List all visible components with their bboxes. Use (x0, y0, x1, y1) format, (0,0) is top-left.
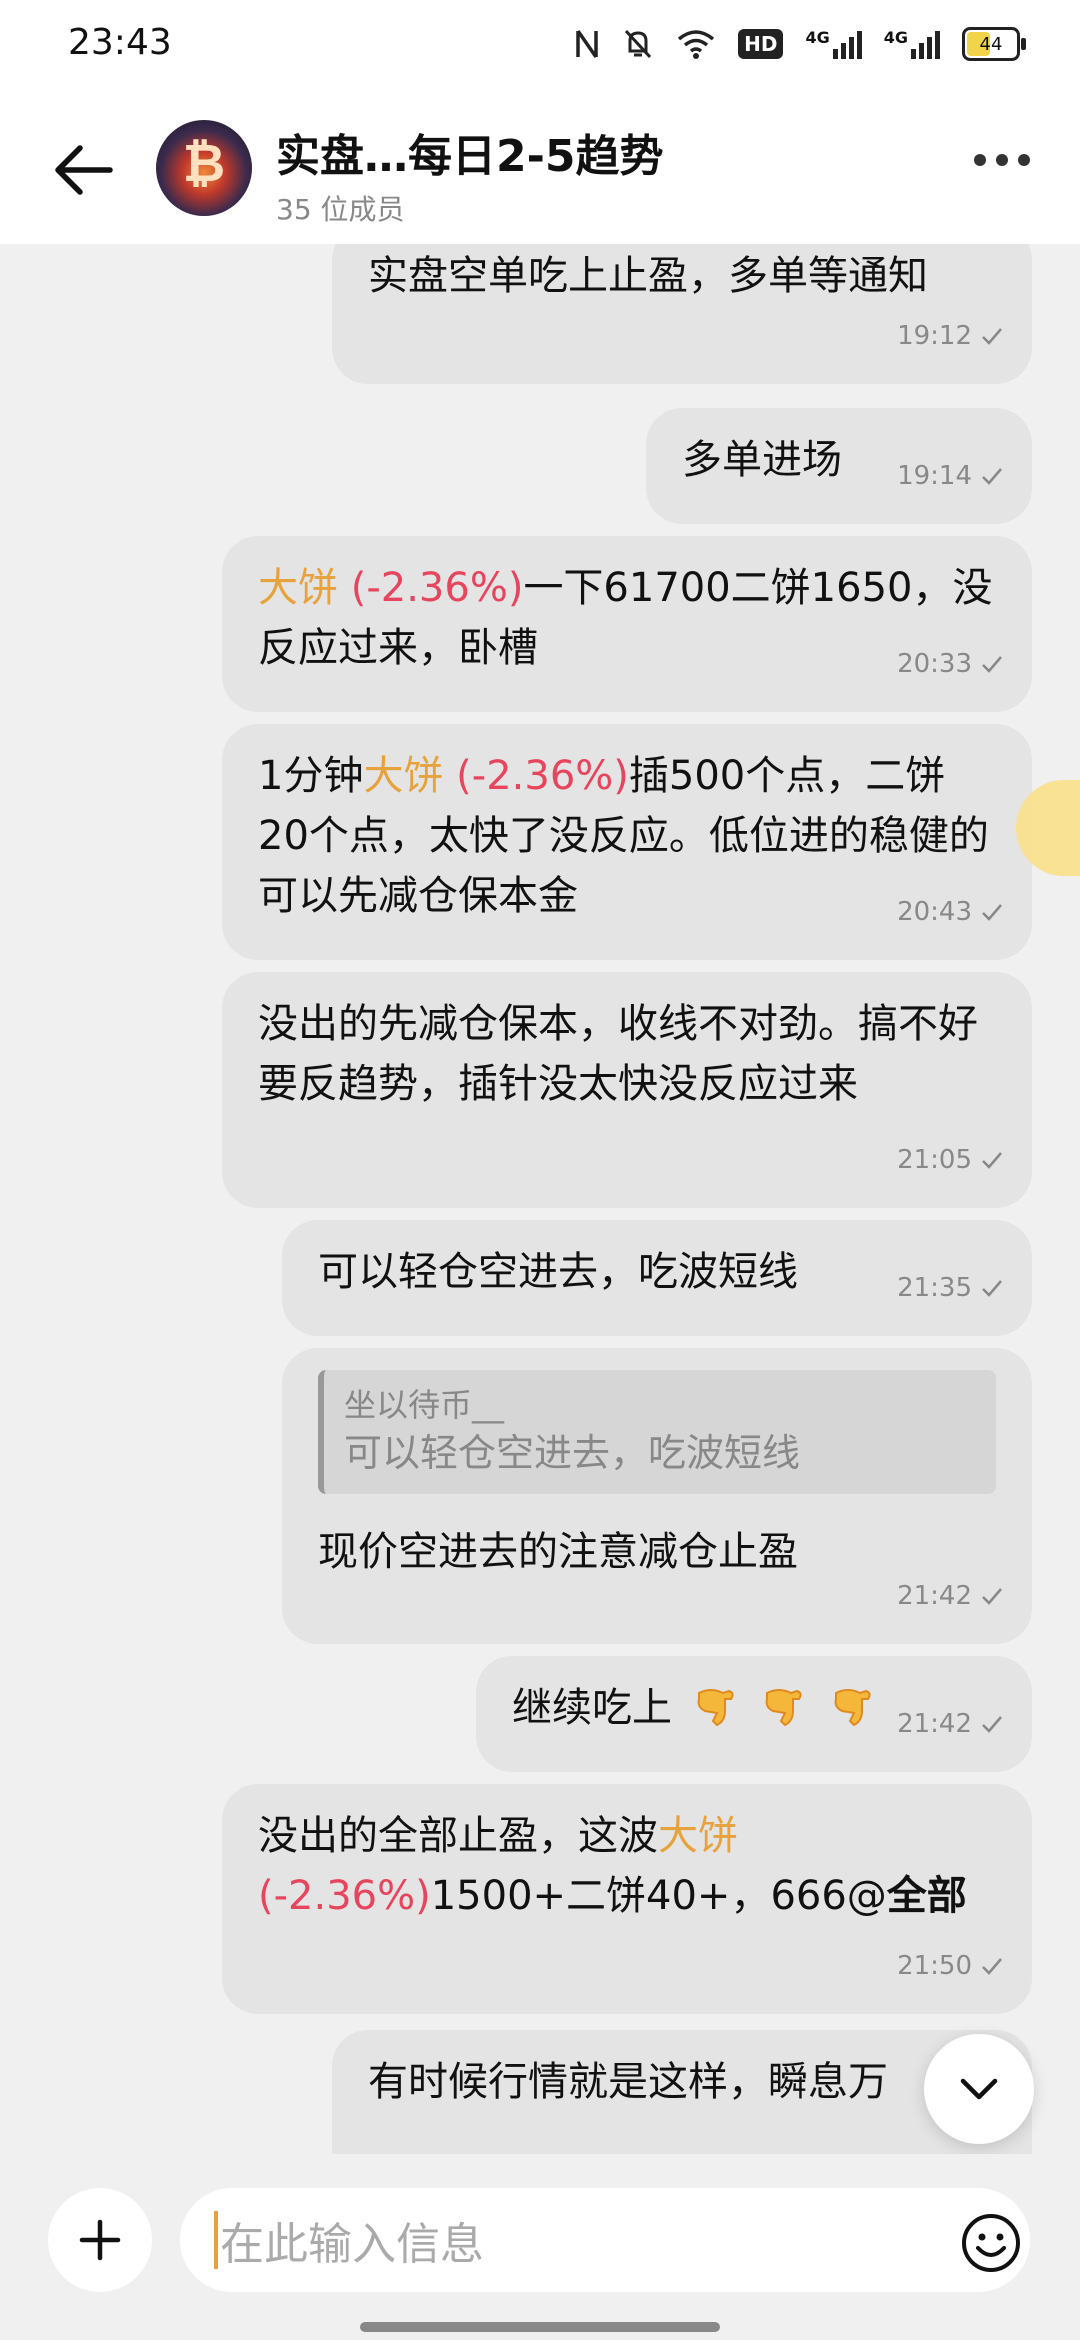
check-icon (982, 1958, 1002, 1975)
more-options-icon[interactable] (974, 154, 1030, 166)
message-meta: 21:42 (897, 1694, 1004, 1754)
status-time: 23:43 (68, 22, 172, 63)
pointing-down-hand-icon (766, 1689, 803, 1727)
message-meta: 21:50 (897, 1936, 1004, 1996)
message-meta: 20:43 (897, 882, 1004, 942)
scroll-to-bottom-button[interactable] (924, 2034, 1034, 2144)
check-icon (982, 656, 1002, 673)
message-meta: 21:05 (897, 1130, 1004, 1190)
message-bubble[interactable]: 1分钟大饼 (-2.36%)插500个点，二饼20个点，太快了没反应。低位进的稳… (222, 724, 1032, 960)
check-icon (982, 1280, 1002, 1297)
message-meta: 19:14 (897, 446, 1004, 506)
check-icon (982, 328, 1002, 345)
message-meta: 19:12 (897, 306, 1004, 366)
group-avatar[interactable] (156, 120, 252, 216)
check-icon (982, 468, 1002, 485)
plus-icon (79, 2219, 121, 2261)
coin-change: (-2.36%) (443, 753, 629, 799)
message-bubble[interactable]: 继续吃上 21:42 (476, 1656, 1032, 1772)
home-indicator[interactable] (360, 2322, 720, 2332)
message-bubble[interactable]: 可以轻仓空进去，吃波短线 21:35 (282, 1220, 1032, 1336)
status-bar: 23:43 HD 4G 4G 44 (0, 0, 1080, 96)
wifi-icon (676, 24, 716, 64)
group-title[interactable]: 实盘…每日2-5趋势 (276, 120, 664, 184)
back-arrow-icon[interactable] (50, 140, 120, 200)
check-icon (982, 904, 1002, 921)
hd-badge: HD (738, 29, 784, 59)
message-text: 实盘空单吃上止盈，多单等通知 (368, 253, 928, 299)
check-icon (982, 1152, 1002, 1169)
pointing-down-hand-icon (697, 1689, 734, 1727)
message-text: 可以轻仓空进去，吃波短线 (318, 1249, 798, 1295)
check-icon (982, 1716, 1002, 1733)
message-meta: 21:35 (897, 1258, 1004, 1318)
message-input[interactable]: 在此输入信息 (180, 2188, 1030, 2292)
message-text: 继续吃上 (512, 1685, 672, 1731)
message-text: 1500+二饼40+，666@ (430, 1873, 887, 1919)
message-list[interactable]: 实盘空单吃上止盈，多单等通知 19:12 多单进场 19:14 大饼 (-2.3… (0, 244, 1080, 2154)
chevron-down-icon (960, 2078, 998, 2100)
status-icons: HD 4G 4G 44 (574, 24, 1026, 64)
quoted-message[interactable]: 坐以待币__ 可以轻仓空进去，吃波短线 (318, 1370, 996, 1494)
message-bubble[interactable]: 坐以待币__ 可以轻仓空进去，吃波短线 现价空进去的注意减仓止盈 21:42 (282, 1348, 1032, 1644)
message-bubble[interactable]: 大饼 (-2.36%)一下61700二饼1650，没反应过来，卧槽 20:33 (222, 536, 1032, 712)
message-text: 多单进场 (682, 437, 842, 483)
nfc-icon (574, 24, 600, 64)
message-meta: 20:33 (897, 634, 1004, 694)
coin-tag[interactable]: 大饼 (658, 1813, 738, 1859)
message-text: 有时候行情就是这样，瞬息万 (368, 2059, 888, 2105)
message-meta: 21:42 (897, 1566, 1004, 1626)
coin-change: (-2.36%) (338, 565, 524, 611)
quoted-sender: 坐以待币__ (344, 1386, 505, 1424)
message-text: 没出的先减仓保本，收线不对劲。搞不好要反趋势，插针没太快没反应过来 (258, 1001, 978, 1107)
quoted-text: 可以轻仓空进去，吃波短线 (344, 1431, 801, 1475)
text-caret (214, 2211, 218, 2269)
signal-4g-icon: 4G (805, 24, 862, 64)
coin-tag[interactable]: 大饼 (258, 565, 338, 611)
composer-bar: 在此输入信息 (0, 2154, 1080, 2340)
message-bubble[interactable]: 实盘空单吃上止盈，多单等通知 19:12 (332, 244, 1032, 384)
battery-icon: 44 (962, 27, 1026, 61)
pointing-down-hand-icon (834, 1689, 871, 1727)
emoji-picker-icon[interactable] (960, 2212, 1022, 2274)
message-bubble[interactable]: 没出的先减仓保本，收线不对劲。搞不好要反趋势，插针没太快没反应过来 21:05 (222, 972, 1032, 1208)
chat-header: 实盘…每日2-5趋势 35 位成员 (0, 96, 1080, 244)
mute-bell-icon (622, 24, 654, 64)
coin-change: (-2.36%) (258, 1873, 431, 1919)
check-icon (982, 1588, 1002, 1605)
member-count: 35 位成员 (276, 193, 405, 226)
attach-plus-button[interactable] (48, 2188, 152, 2292)
message-bubble[interactable]: 没出的全部止盈，这波大饼 (-2.36%)1500+二饼40+，666@全部 21… (222, 1784, 1032, 2014)
message-bubble[interactable]: 多单进场 19:14 (646, 408, 1032, 524)
signal-4g-icon-2: 4G (884, 24, 940, 64)
coin-tag[interactable]: 大饼 (363, 753, 443, 799)
message-text: 现价空进去的注意减仓止盈 (318, 1529, 798, 1575)
mention-all[interactable]: 全部 (887, 1873, 967, 1919)
input-placeholder: 在此输入信息 (220, 2219, 484, 2270)
